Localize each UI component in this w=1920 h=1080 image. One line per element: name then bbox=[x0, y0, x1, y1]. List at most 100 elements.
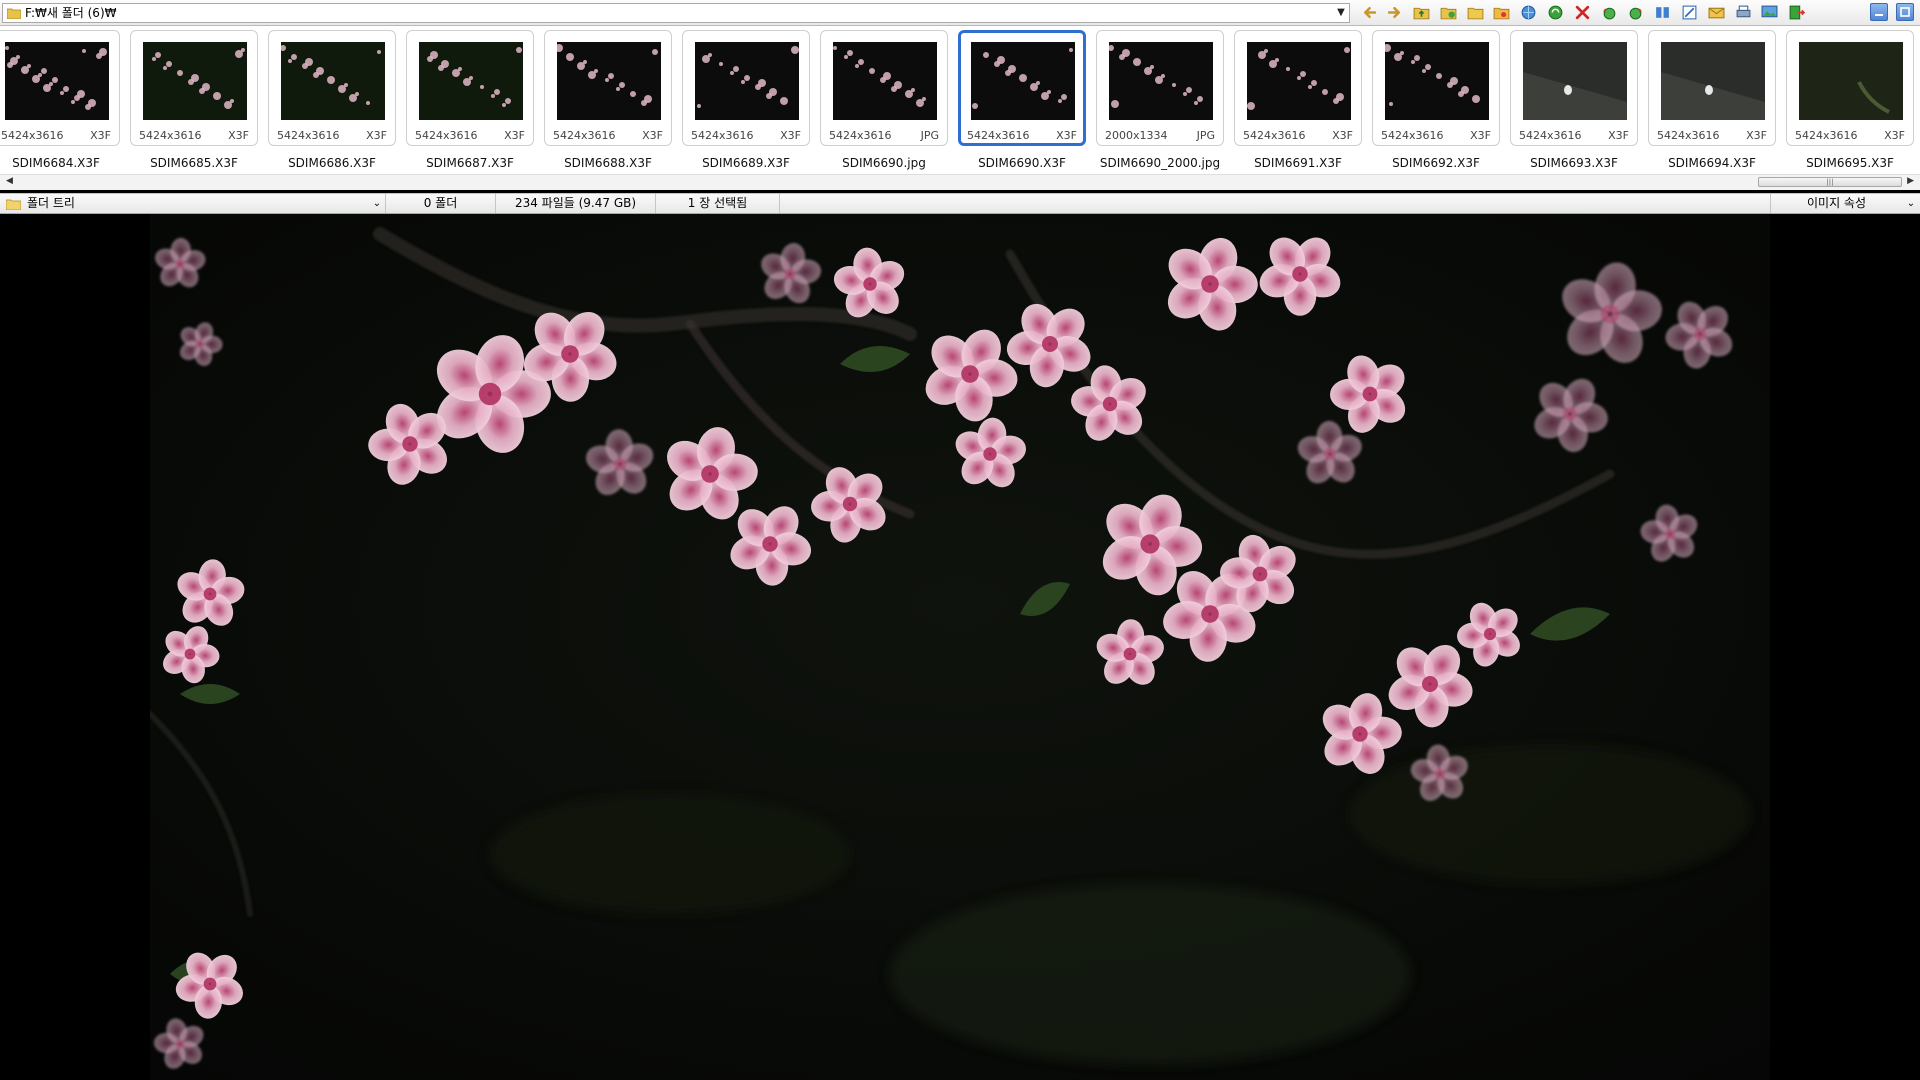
image-dimensions: 2000x1334 bbox=[1105, 129, 1168, 142]
file-extension: X3F bbox=[1470, 129, 1491, 142]
thumbnail-filename[interactable]: SDIM6687.X3F bbox=[401, 156, 539, 170]
thumbnail-card[interactable]: 5424x3616 JPG bbox=[820, 30, 948, 146]
thumbnail-meta: 5424x3616 X3F bbox=[1381, 129, 1491, 142]
wallpaper-button[interactable] bbox=[1760, 3, 1780, 23]
thumbnail-card[interactable]: 5424x3616 X3F bbox=[1234, 30, 1362, 146]
thumbnail-card[interactable]: 5424x3616 X3F bbox=[0, 30, 120, 146]
folder-count: 0 폴더 bbox=[386, 194, 496, 213]
thumbnail-filename[interactable]: SDIM6695.X3F bbox=[1781, 156, 1919, 170]
folder-star-button[interactable] bbox=[1492, 3, 1512, 23]
thumbnail-filename[interactable]: SDIM6685.X3F bbox=[125, 156, 263, 170]
close-window-button[interactable] bbox=[1896, 3, 1914, 21]
exit-icon bbox=[1789, 5, 1806, 20]
selection-count: 1 장 선택됨 bbox=[656, 194, 780, 213]
minimize-button[interactable] bbox=[1870, 3, 1888, 21]
file-extension: JPG bbox=[920, 129, 939, 142]
address-bar[interactable]: F:₩새 폴더 (6)₩ ▼ bbox=[2, 2, 1350, 23]
thumbnail-filename[interactable]: SDIM6686.X3F bbox=[263, 156, 401, 170]
file-extension: X3F bbox=[504, 129, 525, 142]
thumbnail-card[interactable]: 5424x3616 X3F bbox=[1372, 30, 1500, 146]
folder-up-button[interactable] bbox=[1412, 3, 1432, 23]
thumbnail-meta: 5424x3616 X3F bbox=[967, 129, 1077, 142]
thumbnail-card[interactable]: 5424x3616 X3F bbox=[130, 30, 258, 146]
scroll-right-icon[interactable]: ▶ bbox=[1907, 176, 1914, 186]
file-extension: X3F bbox=[1332, 129, 1353, 142]
thumbnail-card[interactable]: 5424x3616 X3F bbox=[682, 30, 810, 146]
thumbnail-filename[interactable]: SDIM6691.X3F bbox=[1229, 156, 1367, 170]
print-button[interactable] bbox=[1733, 3, 1753, 23]
image-properties-toggle[interactable]: 이미지 속성 ⌄ bbox=[1770, 194, 1920, 213]
thumbnail-image bbox=[695, 42, 799, 120]
delete-x-icon bbox=[1575, 5, 1590, 20]
thumbnail-meta: 5424x3616 X3F bbox=[139, 129, 249, 142]
image-dimensions: 5424x3616 bbox=[1243, 129, 1306, 142]
scrollbar-thumb[interactable]: ||| bbox=[1758, 177, 1902, 187]
image-dimensions: 5424x3616 bbox=[553, 129, 616, 142]
thumbnail-filename[interactable]: SDIM6689.X3F bbox=[677, 156, 815, 170]
thumbnail-filename[interactable]: SDIM6692.X3F bbox=[1367, 156, 1505, 170]
thumbnail-card[interactable]: 5424x3616 X3F bbox=[406, 30, 534, 146]
search-globe-button[interactable] bbox=[1519, 3, 1539, 23]
thumbnail-image bbox=[557, 42, 661, 120]
thumbnail-card[interactable]: 5424x3616 X3F bbox=[958, 30, 1086, 146]
refresh-button[interactable] bbox=[1546, 3, 1566, 23]
thumbnail-filename[interactable]: SDIM6693.X3F bbox=[1505, 156, 1643, 170]
arrow-left-button[interactable] bbox=[1358, 3, 1378, 23]
thumbnail-card[interactable]: 5424x3616 X3F bbox=[268, 30, 396, 146]
thumbnail-card[interactable]: 5424x3616 X3F bbox=[544, 30, 672, 146]
thumbnail-meta: 5424x3616 X3F bbox=[553, 129, 663, 142]
rotate-right-button[interactable] bbox=[1626, 3, 1646, 23]
thumbnail-image bbox=[1247, 42, 1351, 120]
chevron-down-icon[interactable]: ▼ bbox=[1333, 7, 1349, 18]
arrow-right-button[interactable] bbox=[1385, 3, 1405, 23]
resize-icon bbox=[1682, 5, 1697, 20]
file-extension: X3F bbox=[780, 129, 801, 142]
image-dimensions: 5424x3616 bbox=[277, 129, 340, 142]
thumbnail-filename[interactable]: SDIM6690.X3F bbox=[953, 156, 1091, 170]
thumbnail-scrollbar[interactable]: ◀ ||| ▶ bbox=[0, 174, 1920, 190]
compare-button[interactable] bbox=[1653, 3, 1673, 23]
folder-tree-label: 폴더 트리 bbox=[27, 196, 75, 210]
resize-button[interactable] bbox=[1680, 3, 1700, 23]
thumbnail-image bbox=[1799, 42, 1903, 120]
file-extension: X3F bbox=[1608, 129, 1629, 142]
thumbnail-card[interactable]: 5424x3616 X3F bbox=[1786, 30, 1914, 146]
thumbnail-image bbox=[281, 42, 385, 120]
scroll-left-icon[interactable]: ◀ bbox=[6, 176, 13, 186]
thumbnail-filename[interactable]: SDIM6690_2000.jpg bbox=[1091, 156, 1229, 170]
exit-button[interactable] bbox=[1787, 3, 1807, 23]
path-text: F:₩새 폴더 (6)₩ bbox=[25, 6, 117, 20]
file-count: 234 파일들 (9.47 GB) bbox=[496, 194, 656, 213]
thumbnail-card[interactable]: 2000x1334 JPG bbox=[1096, 30, 1224, 146]
thumbnail-card[interactable]: 5424x3616 X3F bbox=[1510, 30, 1638, 146]
folder-open-button[interactable] bbox=[1465, 3, 1485, 23]
thumbnail-filename[interactable]: SDIM6684.X3F bbox=[0, 156, 125, 170]
file-extension: X3F bbox=[1056, 129, 1077, 142]
delete-x-button[interactable] bbox=[1572, 3, 1592, 23]
folder-icon bbox=[7, 8, 21, 19]
thumbnail-meta: 5424x3616 X3F bbox=[1795, 129, 1905, 142]
rotate-right-icon bbox=[1630, 7, 1643, 20]
photo-image bbox=[150, 214, 1770, 1080]
folder-new-button[interactable] bbox=[1438, 3, 1458, 23]
file-extension: X3F bbox=[90, 129, 111, 142]
file-extension: X3F bbox=[642, 129, 663, 142]
thumbnail-meta: 5424x3616 X3F bbox=[1, 129, 111, 142]
folder-tree-toggle[interactable]: 폴더 트리 ⌄ bbox=[0, 194, 386, 213]
thumbnail-image bbox=[833, 42, 937, 120]
thumbnail-meta: 5424x3616 X3F bbox=[1243, 129, 1353, 142]
refresh-icon bbox=[1548, 5, 1563, 20]
image-viewer[interactable] bbox=[0, 214, 1920, 1080]
thumbnail-filename[interactable]: SDIM6690.jpg bbox=[815, 156, 953, 170]
double-chevron-down-icon[interactable]: ⌄ bbox=[1902, 194, 1920, 213]
thumbnail-filename[interactable]: SDIM6694.X3F bbox=[1643, 156, 1781, 170]
email-button[interactable] bbox=[1706, 3, 1726, 23]
thumbnail-card[interactable]: 5424x3616 X3F bbox=[1648, 30, 1776, 146]
image-properties-label: 이미지 속성 bbox=[1806, 196, 1866, 210]
image-dimensions: 5424x3616 bbox=[1381, 129, 1444, 142]
thumbnail-filename[interactable]: SDIM6688.X3F bbox=[539, 156, 677, 170]
thumbnail-meta: 2000x1334 JPG bbox=[1105, 129, 1215, 142]
close-icon bbox=[1900, 7, 1910, 17]
double-chevron-down-icon[interactable]: ⌄ bbox=[369, 194, 385, 213]
rotate-left-button[interactable] bbox=[1599, 3, 1619, 23]
